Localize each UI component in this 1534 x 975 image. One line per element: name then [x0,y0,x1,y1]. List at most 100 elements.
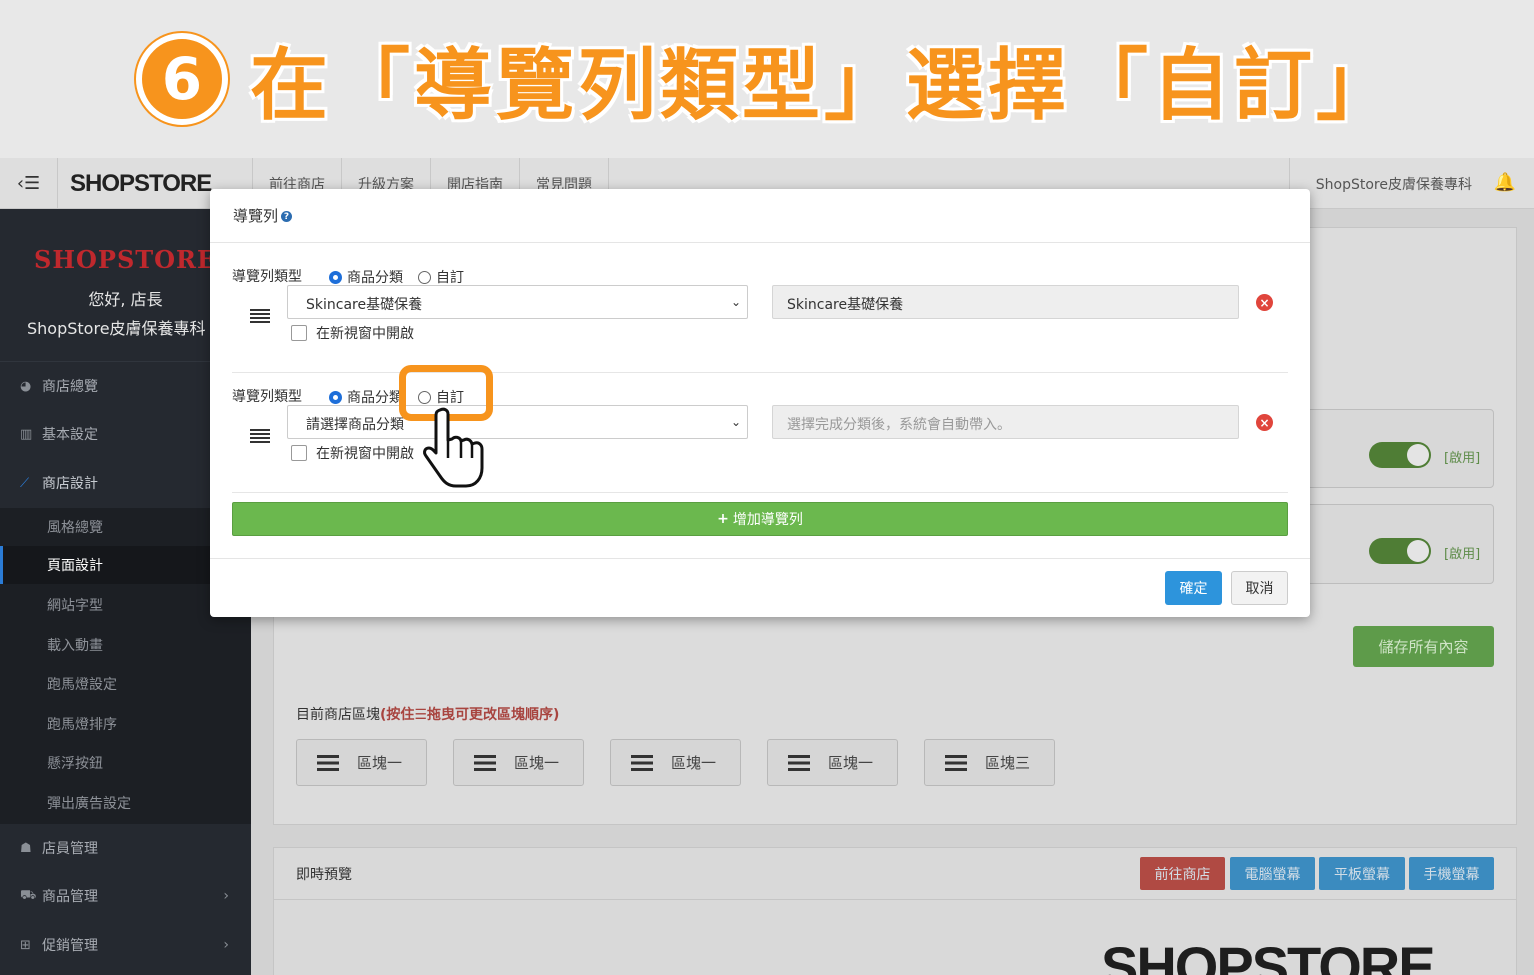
radio-label: 商品分類 [347,270,403,286]
sidebar-item-label: 商店設計 [42,476,98,492]
modal-header: 導覽列? [210,189,1310,243]
nav-bar-modal: 導覽列? 導覽列類型 商品分類 自訂 Skincare基礎保養 ⌄ Skinca… [210,189,1310,617]
open-new-window-checkbox[interactable]: 在新視窗中開啟 [291,443,414,463]
modal-footer [210,558,1310,559]
chevron-right-icon: › [223,888,229,904]
enable-toggle[interactable] [1369,538,1431,564]
nav-item-row: 導覽列類型 商品分類 自訂 請選擇商品分類 ⌄ 選擇完成分類後，系統會自動帶入。… [232,374,1288,493]
submenu-popup-ad[interactable]: 彈出廣告設定 [0,784,251,822]
radio-unchecked-icon[interactable] [418,270,431,284]
block-label: 區塊一 [514,754,560,772]
radio-custom[interactable]: 自訂 [418,267,464,287]
remove-row-icon[interactable]: × [1256,414,1273,431]
preview-label: 即時預覽 [296,867,352,883]
cancel-button[interactable]: 取消 [1231,571,1288,605]
sidebar-item-staff[interactable]: ☗ 店員管理 [0,828,251,868]
drag-handle-icon[interactable] [474,754,496,771]
nav-type-label: 導覽列類型 [232,389,302,405]
brand-logo[interactable]: SHOPSTORE [70,170,212,198]
chevron-right-icon: › [223,937,229,953]
nav-type-label: 導覽列類型 [232,269,302,285]
sidebar-toggle-icon[interactable]: ‹☰ [0,158,58,209]
sidebar-shop-name: ShopStore皮膚保養專科 [27,319,206,338]
drag-handle-icon[interactable] [631,754,653,771]
sidebar-item-label: 促銷管理 [42,938,98,954]
checkbox-icon[interactable] [291,325,307,341]
block-item[interactable]: 區塊一 [767,739,898,786]
sidebar-item-label: 商店總覽 [42,379,98,395]
block-label: 區塊一 [671,754,717,772]
submenu-floating-button[interactable]: 懸浮按鈕 [0,744,251,782]
checkbox-icon[interactable] [291,445,307,461]
confirm-button[interactable]: 確定 [1165,571,1222,605]
preview-mobile-button[interactable]: 手機螢幕 [1409,857,1494,890]
add-nav-item-button[interactable]: + 增加導覽列 [232,502,1288,536]
drag-handle-icon[interactable] [945,754,967,771]
magic-wand-icon: ⟋ [20,475,30,491]
preview-logo: SHOPSTORE [1101,935,1436,975]
sidebar-item-label: 店員管理 [42,841,98,857]
drag-handle-icon[interactable] [250,429,270,443]
instruction-banner: 6 在「導覽列類型」選擇「自訂」 [0,0,1534,158]
drag-handle-icon[interactable] [250,309,270,323]
checkbox-label: 在新視窗中開啟 [316,326,414,342]
drag-handle-icon[interactable] [788,754,810,771]
save-all-button[interactable]: 儲存所有內容 [1353,626,1494,667]
block-item[interactable]: 區塊一 [453,739,584,786]
radio-checked-icon[interactable] [329,270,342,284]
modal-title: 導覽列 [233,207,279,225]
nav-item-row: 導覽列類型 商品分類 自訂 Skincare基礎保養 ⌄ Skincare基礎保… [232,254,1288,373]
sidebar-item-products[interactable]: ⛟ 商品管理 › [0,876,251,916]
radio-checked-icon[interactable] [329,390,342,404]
gift-icon: ⊞ [20,937,31,953]
checkbox-label: 在新視窗中開啟 [316,446,414,462]
sidebar-logo: SHOPSTORE [34,245,217,274]
remove-row-icon[interactable]: × [1256,294,1273,311]
preview-desktop-button[interactable]: 電腦螢幕 [1230,857,1315,890]
block-label: 區塊一 [828,754,874,772]
account-shop-name[interactable]: ShopStore皮膚保養專科 [1288,158,1472,209]
submenu-marquee-settings[interactable]: 跑馬燈設定 [0,665,251,703]
radio-category[interactable]: 商品分類 [329,387,403,407]
block-item[interactable]: 區塊一 [610,739,741,786]
help-icon[interactable]: ? [281,211,293,222]
blocks-label: 目前商店區塊 [296,707,380,723]
category-select[interactable]: 請選擇商品分類 ⌄ [287,405,748,439]
radio-label: 自訂 [436,270,464,286]
blocks-section-label: 目前商店區塊(按住☰拖曳可更改區塊順序) [296,704,559,724]
step-number-badge: 6 [135,33,228,125]
submenu-marquee-order[interactable]: 跑馬燈排序 [0,705,251,743]
preview-tablet-button[interactable]: 平板螢幕 [1319,857,1405,890]
enabled-label: [啟用] [1444,451,1481,466]
nav-name-field[interactable]: 選擇完成分類後，系統會自動帶入。 [772,405,1239,439]
sidebar-item-promotions[interactable]: ⊞ 促銷管理 › [0,925,251,965]
blocks-hint: (按住☰拖曳可更改區塊順序) [380,707,560,723]
user-icon: ☗ [20,840,32,856]
instruction-title: 在「導覽列類型」選擇「自訂」 [249,41,1398,131]
block-label: 區塊一 [357,754,403,772]
chevron-down-icon: ⌄ [730,415,741,429]
block-item[interactable]: 區塊一 [296,739,427,786]
block-label: 區塊三 [985,754,1031,772]
select-value: Skincare基礎保養 [306,297,423,313]
cart-icon: ⛟ [20,887,37,903]
open-new-window-checkbox[interactable]: 在新視窗中開啟 [291,323,414,343]
preview-go-store-button[interactable]: 前往商店 [1140,857,1225,890]
category-select[interactable]: Skincare基礎保養 ⌄ [287,285,748,319]
radio-category[interactable]: 商品分類 [329,267,403,287]
block-item[interactable]: 區塊三 [924,739,1055,786]
enable-toggle[interactable] [1369,442,1431,468]
chevron-down-icon: ⌄ [730,295,741,309]
bell-icon[interactable]: 🔔 [1494,172,1516,193]
hand-pointer-icon [423,407,484,488]
select-value: 請選擇商品分類 [306,417,404,433]
radio-label: 商品分類 [347,390,403,406]
dashboard-icon: ◕ [20,378,32,394]
plus-icon: + [717,511,729,527]
submenu-loading-animation[interactable]: 載入動畫 [0,626,251,664]
drag-handle-icon[interactable] [317,754,339,771]
bank-icon: ▥ [20,426,33,442]
sidebar-item-label: 基本設定 [42,427,98,443]
enabled-label: [啟用] [1444,547,1481,562]
nav-name-field[interactable]: Skincare基礎保養 [772,285,1239,319]
